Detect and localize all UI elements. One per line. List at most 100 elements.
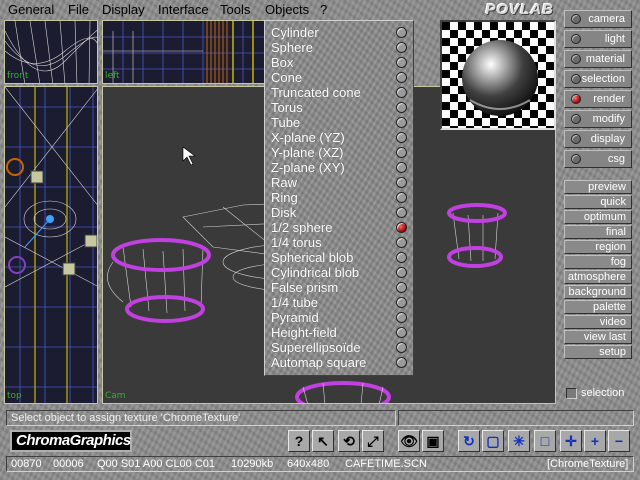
objects-menu-item[interactable]: Superellipsoïde <box>269 340 409 355</box>
objects-menu-item[interactable]: 1/2 sphere <box>269 220 409 235</box>
objects-menu-item[interactable]: Box <box>269 55 409 70</box>
render-button-optimum[interactable]: optimum <box>564 210 632 224</box>
rotate-arrows-icon[interactable]: ⟲ <box>338 430 360 452</box>
objects-menu-item[interactable]: Tube <box>269 115 409 130</box>
chrome-sphere-preview <box>442 22 554 128</box>
pointer-icon[interactable]: ↖ <box>312 430 334 452</box>
menu-file[interactable]: File <box>68 2 89 17</box>
objects-menu-radio[interactable] <box>396 267 407 278</box>
mode-button-selection[interactable]: selection <box>564 70 632 88</box>
square-icon[interactable]: □ <box>534 430 556 452</box>
objects-menu-item[interactable]: Torus <box>269 100 409 115</box>
objects-menu-radio[interactable] <box>396 72 407 83</box>
objects-menu-item[interactable]: 1/4 tube <box>269 295 409 310</box>
viewport-front[interactable]: front <box>4 20 98 84</box>
objects-menu-radio[interactable] <box>396 297 407 308</box>
plus-icon[interactable]: + <box>584 430 606 452</box>
objects-menu-item[interactable]: Automap square <box>269 355 409 370</box>
objects-menu-item[interactable]: Cylindrical blob <box>269 265 409 280</box>
menu-display[interactable]: Display <box>102 2 145 17</box>
objects-menu-radio[interactable] <box>396 162 407 173</box>
menu-tools[interactable]: Tools <box>220 2 250 17</box>
save-disk-icon[interactable]: ▣ <box>422 430 444 452</box>
objects-menu-item[interactable]: Truncated cone <box>269 85 409 100</box>
crosshair-icon[interactable]: ✛ <box>560 430 582 452</box>
objects-menu-radio[interactable] <box>396 192 407 203</box>
objects-menu-radio[interactable] <box>396 342 407 353</box>
objects-menu-item[interactable]: False prism <box>269 280 409 295</box>
objects-menu-item[interactable]: Y-plane (XZ) <box>269 145 409 160</box>
objects-menu-item[interactable]: X-plane (YZ) <box>269 130 409 145</box>
objects-menu-radio[interactable] <box>396 207 407 218</box>
objects-menu-radio[interactable] <box>396 312 407 323</box>
objects-menu-item[interactable]: Spherical blob <box>269 250 409 265</box>
frame-icon[interactable]: ▢ <box>482 430 504 452</box>
mode-button-label: material <box>585 53 625 65</box>
mode-indicator-icon <box>571 34 581 44</box>
menu-general[interactable]: General <box>8 2 54 17</box>
objects-menu-radio[interactable] <box>396 327 407 338</box>
render-button-palette[interactable]: palette <box>564 300 632 314</box>
objects-menu-radio[interactable] <box>396 147 407 158</box>
objects-menu-radio[interactable] <box>396 132 407 143</box>
menu-objects[interactable]: Objects <box>265 2 309 17</box>
scale-icon[interactable]: ⤢ <box>362 430 384 452</box>
objects-menu-item[interactable]: 1/4 torus <box>269 235 409 250</box>
render-button-region[interactable]: region <box>564 240 632 254</box>
selection-checkbox[interactable]: selection <box>564 386 636 402</box>
objects-menu-radio[interactable] <box>396 102 407 113</box>
objects-menu-radio[interactable] <box>396 282 407 293</box>
render-button-video[interactable]: video <box>564 315 632 329</box>
render-button-view-last[interactable]: view last <box>564 330 632 344</box>
render-button-atmosphere[interactable]: atmosphere <box>564 270 632 284</box>
cup-left-rim <box>111 238 211 272</box>
help-icon[interactable]: ? <box>288 430 310 452</box>
mode-button-material[interactable]: material <box>564 50 632 68</box>
render-button-preview[interactable]: preview <box>564 180 632 194</box>
objects-menu-item[interactable]: Height-field <box>269 325 409 340</box>
minus-icon[interactable]: − <box>608 430 630 452</box>
objects-menu-radio[interactable] <box>396 27 407 38</box>
mode-button-render[interactable]: render <box>564 90 632 108</box>
render-button-quick[interactable]: quick <box>564 195 632 209</box>
mode-button-modify[interactable]: modify <box>564 110 632 128</box>
objects-menu-item[interactable]: Raw <box>269 175 409 190</box>
mode-button-csg[interactable]: csg <box>564 150 632 168</box>
mode-button-light[interactable]: light <box>564 30 632 48</box>
objects-menu-radio[interactable] <box>396 57 407 68</box>
objects-menu-item-label: Box <box>271 55 294 70</box>
viewport-top[interactable]: top <box>4 86 98 404</box>
objects-menu-item[interactable]: Sphere <box>269 40 409 55</box>
objects-menu-item[interactable]: Z-plane (XY) <box>269 160 409 175</box>
menu-interface[interactable]: Interface <box>158 2 209 17</box>
mode-button-display[interactable]: display <box>564 130 632 148</box>
render-button-final[interactable]: final <box>564 225 632 239</box>
render-button-background[interactable]: background <box>564 285 632 299</box>
snowflake-icon[interactable]: ✳ <box>508 430 530 452</box>
objects-menu-item[interactable]: Cylinder <box>269 25 409 40</box>
objects-menu-radio[interactable] <box>396 177 407 188</box>
objects-menu-item[interactable]: Pyramid <box>269 310 409 325</box>
viewport-left[interactable]: left <box>102 20 266 84</box>
objects-menu-radio[interactable] <box>396 87 407 98</box>
objects-menu-item[interactable]: Disk <box>269 205 409 220</box>
right-tool-panel: camera light material selection render modify… <box>560 6 636 406</box>
viewport-camera-label: Cam <box>105 391 126 401</box>
render-button-setup[interactable]: setup <box>564 345 632 359</box>
eye-icon[interactable]: 👁 <box>398 430 420 452</box>
objects-menu-radio[interactable] <box>396 42 407 53</box>
objects-menu-radio[interactable] <box>396 222 407 233</box>
refresh-icon[interactable]: ↻ <box>458 430 480 452</box>
menu-help[interactable]: ? <box>320 2 327 17</box>
objects-menu-item[interactable]: Cone <box>269 70 409 85</box>
render-button-fog[interactable]: fog <box>564 255 632 269</box>
status-secondary <box>398 410 634 426</box>
selection-checkbox-box[interactable] <box>566 388 577 399</box>
objects-menu-item-label: Cone <box>271 70 303 85</box>
objects-menu-radio[interactable] <box>396 252 407 263</box>
mode-button-camera[interactable]: camera <box>564 10 632 28</box>
objects-menu-radio[interactable] <box>396 117 407 128</box>
objects-menu-item[interactable]: Ring <box>269 190 409 205</box>
objects-menu-radio[interactable] <box>396 357 407 368</box>
objects-menu-radio[interactable] <box>396 237 407 248</box>
